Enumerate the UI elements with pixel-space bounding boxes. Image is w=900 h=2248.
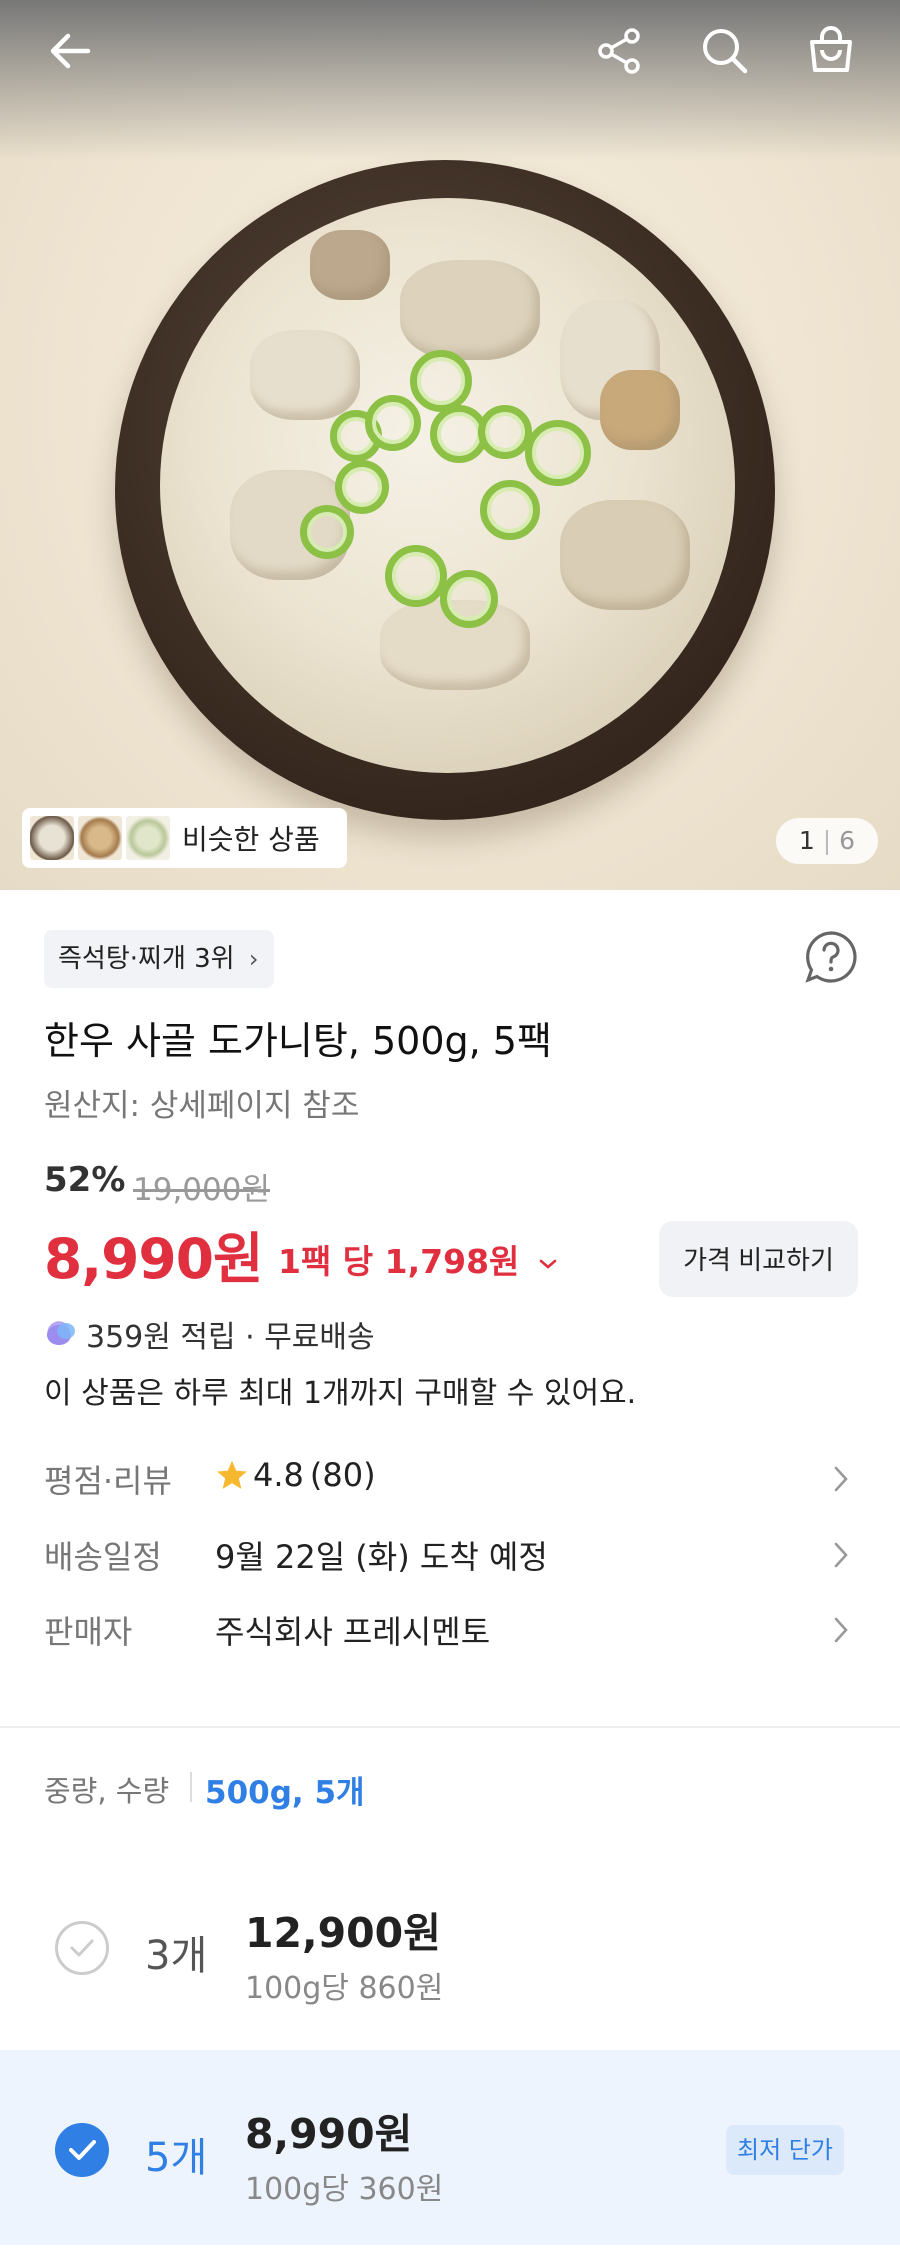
similar-products-button[interactable]: 비슷한 상품 — [22, 808, 347, 868]
meat-piece — [310, 230, 390, 300]
rank-label: 즉석탕·찌개 3위 — [58, 944, 235, 974]
option-price: 8,990원 — [245, 2110, 413, 2158]
option-label: 중량, 수량 — [44, 1774, 170, 1808]
green-onion — [335, 460, 389, 514]
image-counter: 1 | 6 — [776, 818, 878, 864]
meat-piece — [600, 370, 680, 450]
option-quantity: 3개 — [145, 1933, 208, 1979]
green-onion — [525, 420, 591, 486]
seller-value: 주식회사 프레시멘토 — [215, 1613, 491, 1651]
origin-info: 원산지: 상세페이지 참조 — [44, 1088, 360, 1124]
total-pages: 6 — [839, 826, 856, 855]
unit-price: 1팩 당 1,798원 — [278, 1242, 520, 1281]
seller-label: 판매자 — [44, 1613, 133, 1651]
similar-thumbnail — [30, 816, 74, 860]
lowest-unit-price-badge: 최저 단가 — [726, 2125, 844, 2175]
option-item-3[interactable]: 3개 12,900원 100g당 860원 — [0, 1851, 900, 2046]
back-arrow-icon[interactable] — [40, 20, 102, 82]
rating-score: 4.8 — [253, 1456, 304, 1494]
share-icon[interactable] — [588, 20, 650, 82]
points-icon — [47, 1321, 75, 1345]
chevron-down-icon — [539, 1259, 557, 1269]
chevron-right-icon — [834, 1466, 848, 1492]
option-unit-price: 100g당 860원 — [245, 1971, 444, 2006]
green-onion — [480, 480, 540, 540]
seller-row[interactable]: 판매자 주식회사 프레시멘토 — [0, 1597, 900, 1667]
unit-price-dropdown[interactable]: 1팩 당 1,798원 — [278, 1235, 559, 1283]
check-icon — [70, 1939, 94, 1957]
original-price: 19,000원 — [133, 1172, 270, 1208]
green-onion — [440, 570, 498, 628]
sale-price: 8,990원 — [44, 1227, 264, 1291]
option-unit-price: 100g당 360원 — [245, 2172, 444, 2207]
product-title: 한우 사골 도가니탕, 500g, 5팩 — [44, 1019, 552, 1063]
search-icon[interactable] — [694, 20, 756, 82]
price-compare-button[interactable]: 가격 비교하기 — [659, 1221, 858, 1297]
delivery-schedule-row[interactable]: 배송일정 9월 22일 (화) 도착 예정 — [0, 1522, 900, 1592]
section-divider — [0, 1726, 900, 1728]
rating-review-row[interactable]: 평점·리뷰 4.8 (80) — [0, 1446, 900, 1516]
similar-products-label: 비슷한 상품 — [182, 823, 320, 856]
rating-label: 평점·리뷰 — [44, 1462, 172, 1500]
option-radio[interactable] — [55, 1921, 109, 1975]
green-onion — [478, 405, 532, 459]
points-text: 359원 적립 · 무료배송 — [86, 1320, 375, 1355]
meat-piece — [250, 330, 360, 420]
green-onion — [410, 350, 472, 412]
option-item-5[interactable]: 5개 8,990원 100g당 360원 최저 단가 — [0, 2050, 900, 2245]
option-radio[interactable] — [55, 2123, 109, 2177]
points-info: 359원 적립 · 무료배송 — [44, 1312, 375, 1356]
rating-value: 4.8 (80) — [215, 1456, 376, 1494]
chevron-right-icon — [834, 1617, 848, 1643]
current-page: 1 — [798, 826, 815, 855]
discount-rate: 52% — [44, 1160, 126, 1200]
green-onion — [300, 505, 354, 559]
meat-piece — [400, 260, 540, 360]
meat-piece — [560, 500, 690, 610]
option-price: 12,900원 — [245, 1909, 441, 1957]
product-image-gallery[interactable]: 비슷한 상품 1 | 6 — [0, 0, 900, 890]
purchase-limit-notice: 이 상품은 하루 최대 1개까지 구매할 수 있어요. — [44, 1376, 637, 1411]
similar-thumbnail — [126, 816, 170, 860]
option-separator — [190, 1772, 192, 1802]
help-icon[interactable] — [802, 928, 860, 986]
review-count: (80) — [309, 1456, 376, 1494]
category-rank-chip[interactable]: 즉석탕·찌개 3위 › — [44, 930, 275, 988]
top-bar-shade — [0, 0, 900, 160]
green-onion — [365, 395, 421, 451]
cart-icon[interactable] — [800, 20, 862, 82]
chevron-right-icon — [834, 1542, 848, 1568]
green-onion — [385, 545, 447, 607]
option-selected-value: 500g, 5개 — [205, 1775, 365, 1811]
delivery-value: 9월 22일 (화) 도착 예정 — [215, 1538, 548, 1576]
chevron-right-icon: › — [248, 945, 259, 973]
delivery-label: 배송일정 — [44, 1538, 162, 1576]
similar-thumbnail — [78, 816, 122, 860]
check-icon — [69, 2140, 96, 2160]
star-icon — [217, 1460, 247, 1489]
option-quantity: 5개 — [145, 2135, 208, 2181]
